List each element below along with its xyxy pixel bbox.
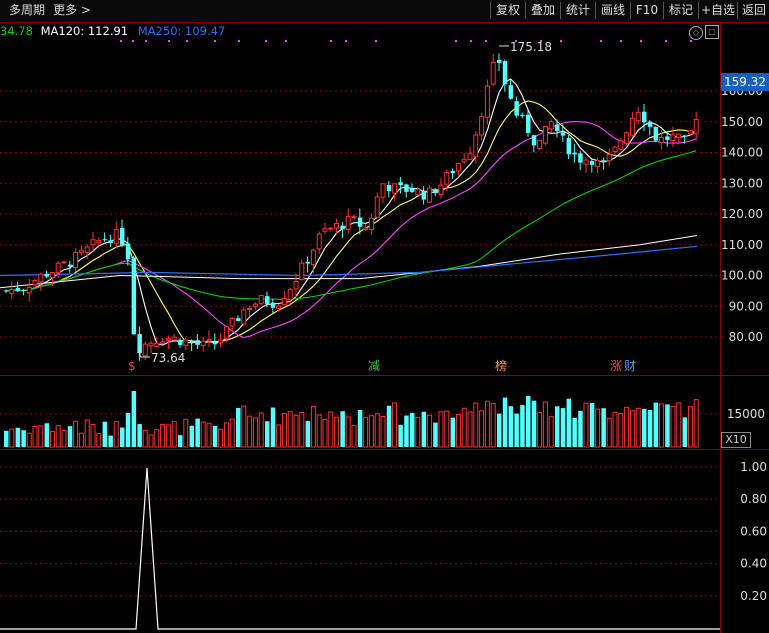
price-tick-label: 90.00 [729,299,763,313]
high-price-label: 175.18 [510,40,552,54]
current-price-badge: 159.32 [721,73,769,91]
indicator-tick-label: 0.40 [740,557,767,571]
kline-chart[interactable]: 160.00150.00140.00130.00120.00110.00100.… [0,0,769,633]
indicator-tick-label: 0.20 [740,589,767,603]
price-tick-label: 110.00 [721,238,763,252]
price-tick-label: 130.00 [721,176,763,190]
price-tick-label: 140.00 [721,146,763,160]
volume-tick-label: 15000 [727,407,765,421]
price-tick-label: 120.00 [721,207,763,221]
price-tick-label: 150.00 [721,115,763,129]
event-financial-marker[interactable]: 财 [624,359,636,373]
event-ranking-marker[interactable]: 榜 [495,359,507,373]
event-reduce-marker[interactable]: 减 [368,359,380,373]
low-price-label: 73.64 [151,351,185,365]
event-dividend-marker[interactable]: $ [128,359,136,373]
indicator-tick-label: 0.60 [740,524,767,538]
price-tick-label: 100.00 [721,269,763,283]
volume-unit-label[interactable]: X10 [721,432,751,448]
indicator-tick-label: 0.80 [740,492,767,506]
indicator-tick-label: 1.00 [740,460,767,474]
event-limit-up-marker[interactable]: 涨 [610,359,622,373]
high-annotation: 175.18 [499,40,552,54]
price-tick-label: 80.00 [729,330,763,344]
